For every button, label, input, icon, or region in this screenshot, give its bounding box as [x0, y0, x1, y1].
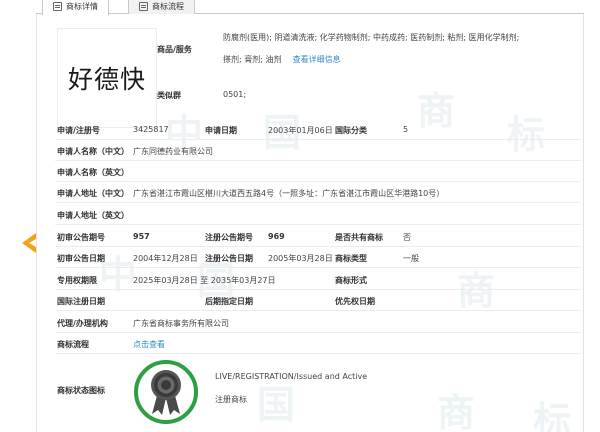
- trademark-detail-panel: 中 国 商 标 中 国 商 国 商 标 好德快 商品/服务 防腐剂(医用); 阴…: [36, 14, 584, 432]
- registered-seal-icon: [134, 360, 198, 424]
- row-divider: [55, 202, 581, 203]
- flow-icon: [139, 1, 148, 11]
- similar-group-label: 类似群: [157, 91, 181, 100]
- address-en-label: 申请人地址（英文）: [57, 211, 129, 220]
- applicant-cn-value: 广东同德药业有限公司: [133, 147, 213, 156]
- row-divider: [55, 246, 581, 247]
- agent-label: 代理/办理机构: [57, 319, 108, 328]
- term-value: 2025年03月28日 至 2035年03月27日: [133, 276, 276, 285]
- watermark: 商: [417, 88, 456, 133]
- row-divider: [55, 289, 581, 290]
- address-cn-label: 申请人地址（中文）: [57, 189, 129, 198]
- prelim-no-label: 初审公告期号: [57, 233, 105, 242]
- form-label: 商标形式: [335, 276, 367, 285]
- award-ribbon-icon: [151, 370, 181, 415]
- back-arrow-icon[interactable]: [20, 232, 38, 254]
- tab-bar: 商标详情 商标流程: [36, 0, 584, 15]
- reg-no-value: 3425817: [133, 125, 169, 134]
- goods-services-line-2: 搽剂; 膏剂; 油剂 查看详细信息: [223, 54, 341, 65]
- goods-services-line-1: 防腐剂(医用); 阴道清洗液; 化学药物制剂; 中药成药; 医药制剂; 粘剂; …: [223, 33, 520, 42]
- similar-group-value: 0501;: [223, 90, 247, 99]
- tab-trademark-flow[interactable]: 商标流程: [128, 0, 195, 14]
- watermark: 国: [257, 382, 296, 427]
- type-value: 一般: [403, 254, 419, 263]
- app-date-label: 申请日期: [205, 126, 237, 135]
- row-divider: [55, 267, 581, 268]
- reg-pub-no-value: 969: [268, 232, 285, 241]
- shared-value: 否: [403, 233, 411, 242]
- watermark: 标: [507, 112, 546, 157]
- status-text-en: LIVE/REGISTRATION/Issued and Active: [215, 372, 368, 381]
- status-icon-label: 商标状态图标: [57, 386, 105, 395]
- row-divider: [55, 139, 581, 140]
- agent-value: 广东省商标事务所有限公司: [133, 319, 229, 328]
- prelim-date-label: 初审公告日期: [57, 254, 105, 263]
- row-divider: [55, 353, 581, 354]
- reg-pub-no-label: 注册公告期号: [205, 233, 253, 242]
- intl-reg-date-label: 国际注册日期: [57, 297, 105, 306]
- tab-trademark-details[interactable]: 商标详情: [42, 0, 109, 15]
- trademark-image: 好德快: [57, 28, 157, 128]
- row-divider: [55, 181, 581, 182]
- row-divider: [55, 310, 581, 311]
- priority-date-label: 优先权日期: [335, 297, 375, 306]
- reg-pub-date-value: 2005年03月28日: [268, 254, 333, 263]
- tab-label: 商标详情: [66, 2, 98, 11]
- prelim-no-value: 957: [133, 232, 150, 241]
- tab-label: 商标流程: [152, 1, 184, 11]
- address-cn-value: 广东省湛江市霞山区椹川大道西五路4号（一照多址：广东省湛江市霞山区华港路10号）: [133, 189, 445, 198]
- watermark: 商: [457, 268, 496, 313]
- goods-services-text: 搽剂; 膏剂; 油剂: [223, 55, 282, 64]
- row-divider: [55, 224, 581, 225]
- applicant-cn-label: 申请人名称（中文）: [57, 147, 129, 156]
- app-date-value: 2003年01月06日: [268, 126, 333, 135]
- later-date-label: 后期指定日期: [205, 297, 253, 306]
- watermark: 商: [437, 390, 476, 432]
- view-details-link[interactable]: 查看详细信息: [293, 55, 341, 64]
- trademark-logo-text: 好德快: [67, 65, 146, 94]
- status-text-cn: 注册商标: [215, 395, 247, 404]
- reg-pub-date-label: 注册公告日期: [205, 254, 253, 263]
- flow-view-link[interactable]: 点击查看: [133, 339, 165, 350]
- shared-label: 是否共有商标: [335, 233, 383, 242]
- goods-services-label: 商品/服务: [157, 45, 192, 54]
- type-label: 商标类型: [335, 254, 367, 263]
- watermark: 标: [533, 398, 572, 432]
- applicant-en-label: 申请人名称（英文）: [57, 168, 129, 177]
- term-label: 专用权期限: [57, 276, 97, 285]
- flow-label: 商标流程: [57, 340, 89, 349]
- row-divider: [55, 160, 581, 161]
- document-icon: [53, 2, 62, 11]
- intl-class-value: 5: [403, 125, 409, 134]
- intl-class-label: 国际分类: [335, 126, 367, 135]
- reg-no-label: 申请/注册号: [57, 126, 100, 135]
- row-divider: [55, 332, 581, 333]
- prelim-date-value: 2004年12月28日: [133, 254, 198, 263]
